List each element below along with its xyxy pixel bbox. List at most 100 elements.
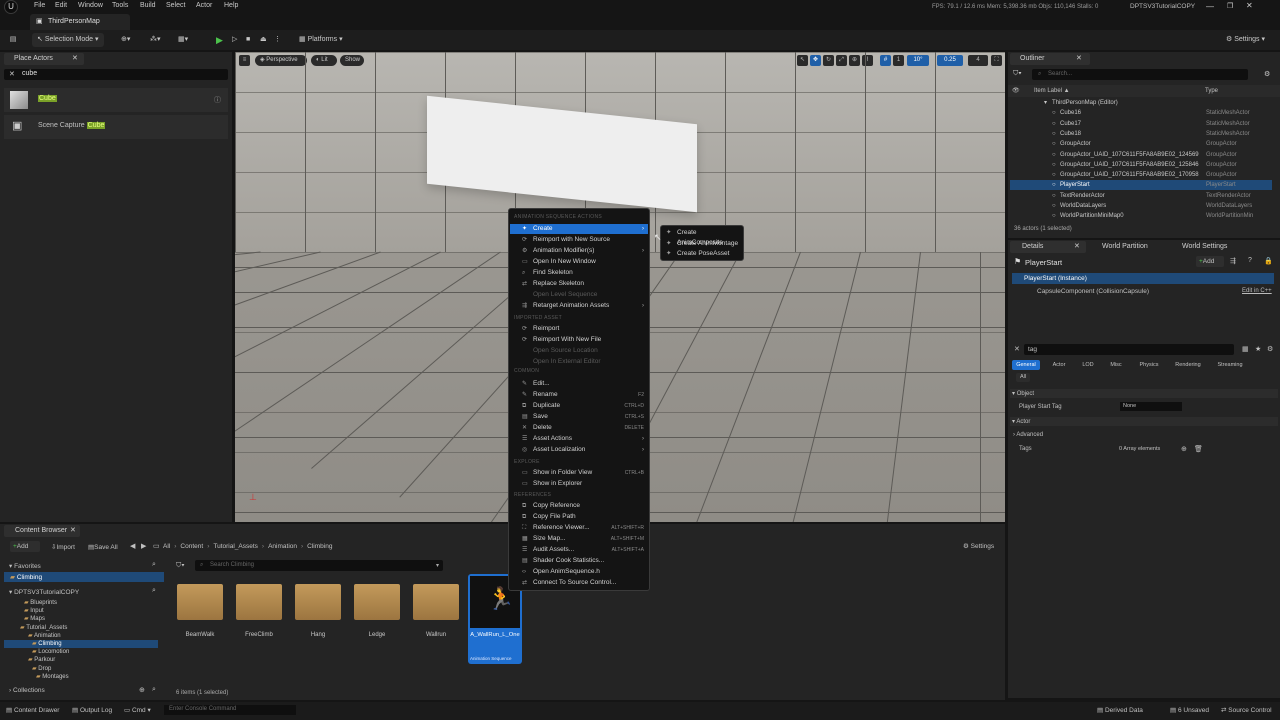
- derived-data-button[interactable]: ▤ Derived Data: [1097, 706, 1143, 714]
- filter-streaming[interactable]: Streaming: [1212, 360, 1248, 370]
- outliner-row[interactable]: ○ GroupActor_UAID_107C611F5FA8AB9E02_1245…: [1010, 150, 1272, 160]
- menu-item-edit[interactable]: ✎ Edit...: [510, 379, 648, 389]
- menu-item-audit-assets[interactable]: ☰ Audit Assets... ALT+SHIFT+A: [510, 545, 648, 555]
- close-tab-icon[interactable]: ✕: [72, 53, 78, 65]
- menu-build[interactable]: Build: [140, 2, 156, 9]
- surface-snap-icon[interactable]: ⌇: [862, 55, 873, 66]
- play-icon[interactable]: ▶: [216, 33, 227, 47]
- hamburger-icon[interactable]: ≡: [239, 55, 250, 66]
- tree-item-blueprints[interactable]: ▰ Blueprints: [24, 599, 57, 607]
- menu-item-show-in-explorer[interactable]: ▭ Show in Explorer: [510, 479, 648, 489]
- menu-select[interactable]: Select: [166, 2, 185, 9]
- outliner-row[interactable]: ○ WorldDataLayers WorldDataLayers: [1010, 201, 1272, 211]
- tab-content-browser[interactable]: Content Browser ✕: [4, 525, 80, 537]
- table-view-icon[interactable]: ▦: [1242, 345, 1249, 353]
- output-log-button[interactable]: ▤ Output Log: [72, 706, 112, 714]
- menu-item-duplicate[interactable]: ⧉ Duplicate CTRL+D: [510, 401, 648, 411]
- selection-mode-dropdown[interactable]: ↖ Selection Mode ▾: [32, 33, 104, 47]
- blueprint-icon[interactable]: ⇶: [1230, 257, 1236, 265]
- tree-item-drop[interactable]: ▰ Drop: [32, 665, 51, 673]
- section-object[interactable]: [1010, 389, 1278, 398]
- folder-beamwalk[interactable]: [177, 584, 223, 620]
- menu-window[interactable]: Window: [78, 2, 103, 9]
- filter-icon[interactable]: ⛉▾: [1013, 70, 1022, 78]
- menu-file[interactable]: File: [34, 2, 45, 9]
- rotate-icon[interactable]: ↻: [823, 55, 834, 66]
- maximize-viewport-icon[interactable]: ⛶: [991, 55, 1002, 66]
- scale-icon[interactable]: ⤢: [836, 55, 847, 66]
- more-options-icon[interactable]: ⋮: [274, 33, 282, 47]
- folder-hang[interactable]: [295, 584, 341, 620]
- menu-item-delete[interactable]: ✕ Delete DELETE: [510, 423, 648, 433]
- outliner-row[interactable]: ○ PlayerStart PlayerStart: [1010, 180, 1272, 191]
- breadcrumb-item[interactable]: Tutorial_Assets: [213, 543, 258, 550]
- filter-physics[interactable]: Physics: [1134, 360, 1164, 370]
- blueprint-icon[interactable]: ⁂▾: [150, 33, 170, 47]
- platforms-dropdown[interactable]: ▦ Platforms ▾: [299, 33, 349, 47]
- menu-item-reimport-with-new-file[interactable]: ⟳ Reimport With New File: [510, 335, 648, 345]
- add-collection-icon[interactable]: ⊕: [139, 686, 145, 694]
- outliner-row[interactable]: ○ GroupActor_UAID_107C611F5FA8AB9E02_1709…: [1010, 170, 1272, 180]
- menu-item-reimport-with-new-source[interactable]: ⟳ Reimport with New Source: [510, 235, 648, 245]
- translate-icon[interactable]: ✥: [810, 55, 821, 66]
- tab-outliner[interactable]: Outliner ✕: [1010, 53, 1090, 65]
- tree-item-tutorial-assets[interactable]: ▰ Tutorial_Assets: [20, 624, 67, 632]
- trash-icon[interactable]: 🗑: [1194, 445, 1203, 453]
- submenu-item-create-animcomposite[interactable]: ✦ Create AnimComposite: [663, 228, 743, 246]
- tab-place-actors[interactable]: Place Actors ✕: [4, 53, 84, 65]
- help-icon[interactable]: ?: [1248, 257, 1252, 264]
- filter-all[interactable]: All: [1016, 373, 1030, 382]
- select-mode-icon[interactable]: ↖: [797, 55, 808, 66]
- filter-general[interactable]: General: [1012, 360, 1040, 370]
- stop-icon[interactable]: ■: [246, 33, 257, 47]
- folder-freeclimb[interactable]: [236, 584, 282, 620]
- menu-item-asset-actions[interactable]: ☰ Asset Actions ›: [510, 434, 648, 444]
- menu-item-open-animsequence-h[interactable]: ‹› Open AnimSequence.h: [510, 567, 648, 577]
- tree-item-maps[interactable]: ▰ Maps: [24, 615, 45, 623]
- outliner-row[interactable]: ▾ ThirdPersonMap (Editor): [1010, 98, 1272, 108]
- lit-button[interactable]: ◐ Lit: [311, 55, 337, 66]
- breadcrumb-item[interactable]: Climbing: [307, 543, 332, 550]
- close-tab-icon[interactable]: ✕: [1076, 53, 1082, 65]
- search-icon[interactable]: ⌕: [152, 587, 156, 595]
- menu-item-find-skeleton[interactable]: ⌕ Find Skeleton: [510, 268, 648, 278]
- column-type[interactable]: Type: [1205, 88, 1218, 94]
- tree-item-animation[interactable]: ▰ Animation: [28, 632, 61, 640]
- grid-snap-icon[interactable]: #: [880, 55, 891, 66]
- outliner-row[interactable]: ○ Cube16 StaticMeshActor: [1010, 108, 1272, 118]
- cmd-dropdown[interactable]: ▭ Cmd ▾: [124, 706, 151, 714]
- edit-in-cpp-link[interactable]: Edit in C++: [1242, 288, 1272, 294]
- details-settings-icon[interactable]: ⚙: [1267, 345, 1273, 353]
- rotation-snap[interactable]: 10°: [907, 55, 929, 66]
- actor-item-scene-capture-cube[interactable]: ▣ Scene Capture Cube: [4, 115, 228, 139]
- unreal-logo-icon[interactable]: U: [4, 0, 18, 14]
- menu-item-save[interactable]: ▤ Save CTRL+S: [510, 412, 648, 422]
- breadcrumb-item[interactable]: Content: [180, 543, 203, 550]
- tree-item-locomotion[interactable]: ▰ Locomotion: [32, 648, 69, 656]
- outliner-row[interactable]: ○ GroupActor GroupActor: [1010, 139, 1272, 149]
- scale-snap[interactable]: 0.25: [937, 55, 963, 66]
- tab-third-person-map[interactable]: ThirdPersonMap: [30, 14, 130, 30]
- tree-item-climbing[interactable]: ▰ Climbing: [4, 640, 158, 648]
- advanced-toggle[interactable]: › Advanced: [1013, 432, 1043, 438]
- menu-item-animation-modifier-s[interactable]: ⚙ Animation Modifier(s) ›: [510, 246, 648, 256]
- section-actor[interactable]: [1010, 417, 1278, 426]
- eject-icon[interactable]: ⏏: [260, 33, 271, 47]
- tree-item-montages[interactable]: ▰ Montages: [36, 673, 69, 681]
- actor-item-cube[interactable]: Cube ⓘ: [4, 88, 228, 112]
- outliner-row[interactable]: ○ WorldPartitionMiniMap0 WorldPartitionMin: [1010, 211, 1272, 221]
- settings-button[interactable]: ⚙ Settings ▾: [1226, 33, 1276, 47]
- menu-item-shader-cook-statistics[interactable]: ▤ Shader Cook Statistics...: [510, 556, 648, 566]
- camera-speed[interactable]: 4: [968, 55, 988, 66]
- breadcrumb-item[interactable]: All: [163, 543, 170, 550]
- source-control-button[interactable]: ⇄ Source Control: [1221, 706, 1272, 714]
- menu-item-copy-file-path[interactable]: ⧉ Copy File Path: [510, 512, 648, 522]
- tab-details[interactable]: Details ✕: [1010, 241, 1086, 253]
- search-icon[interactable]: ⌕: [152, 561, 156, 569]
- filter-rendering[interactable]: Rendering: [1170, 360, 1206, 370]
- menu-item-asset-localization[interactable]: ◎ Asset Localization ›: [510, 445, 648, 455]
- world-space-icon[interactable]: ⊕: [849, 55, 860, 66]
- cb-settings-button[interactable]: ⚙ Settings: [963, 542, 994, 550]
- player-start-tag-input[interactable]: None: [1120, 402, 1182, 411]
- menu-item-show-in-folder-view[interactable]: ▭ Show in Folder View CTRL+B: [510, 468, 648, 478]
